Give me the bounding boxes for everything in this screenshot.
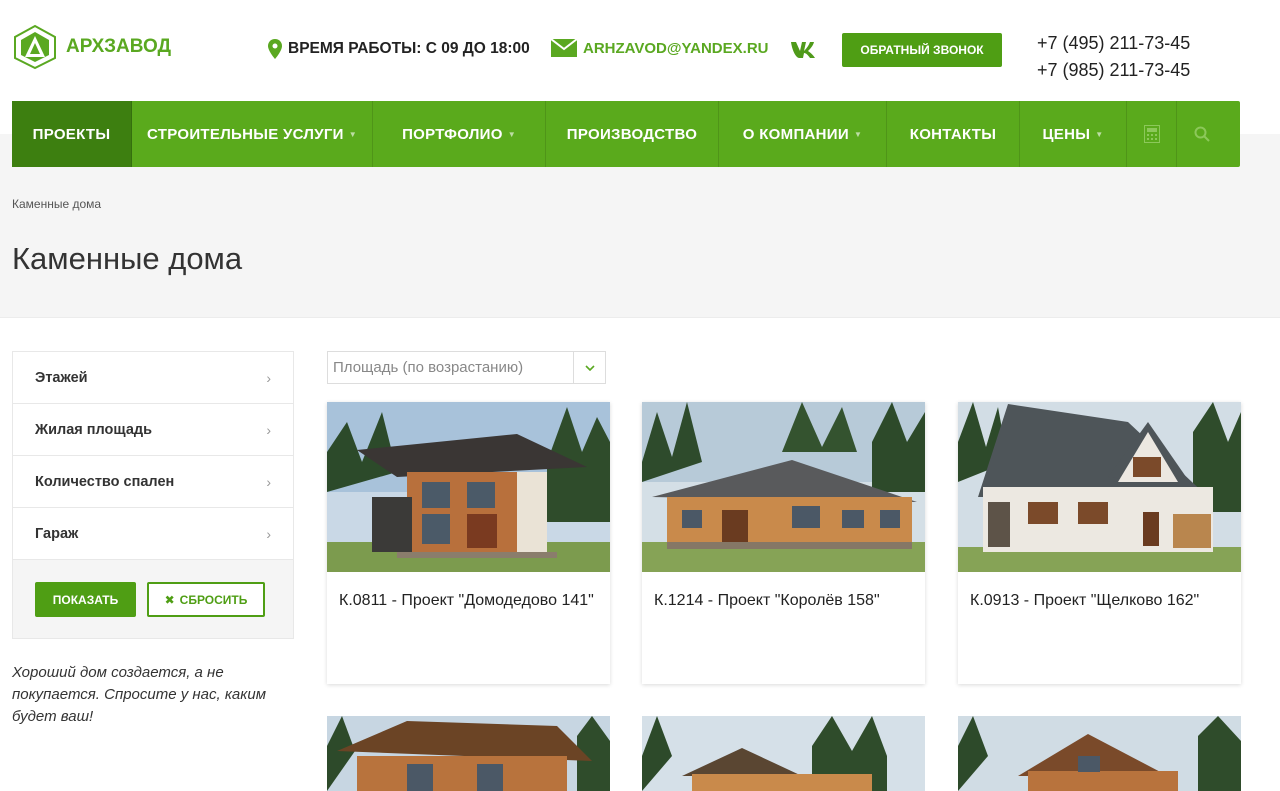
phone-secondary[interactable]: +7 (985) 211-73-45 (1037, 57, 1190, 84)
calculator-icon[interactable] (1127, 101, 1177, 167)
chevron-down-icon: ▼ (1095, 129, 1104, 139)
nav-item-contacts[interactable]: КОНТАКТЫ (887, 101, 1020, 167)
logo-text: АРХЗАВОД (66, 36, 172, 57)
chevron-down-icon (573, 352, 605, 383)
chevron-right-icon: › (266, 421, 271, 438)
logo-icon (14, 24, 56, 70)
nav-item-construction[interactable]: СТРОИТЕЛЬНЫЕ УСЛУГИ ▼ (132, 101, 373, 167)
nav-item-projects[interactable]: ПРОЕКТЫ (12, 101, 132, 167)
filter-living-area[interactable]: Жилая площадь › (13, 404, 293, 456)
search-icon[interactable] (1177, 101, 1227, 167)
phone-primary[interactable]: +7 (495) 211-73-45 (1037, 30, 1190, 57)
email-link[interactable]: ARHZAVOD@YANDEX.RU (551, 39, 768, 57)
callback-button[interactable]: ОБРАТНЫЙ ЗВОНОК (842, 33, 1002, 67)
chevron-right-icon: › (266, 525, 271, 542)
working-hours: ВРЕМЯ РАБОТЫ: С 09 ДО 18:00 (268, 39, 530, 59)
vk-icon[interactable] (790, 39, 820, 59)
filter-bedrooms[interactable]: Количество спален › (13, 456, 293, 508)
reset-button[interactable]: ✖ СБРОСИТЬ (147, 582, 265, 617)
logo[interactable]: АРХЗАВОД (12, 24, 171, 70)
mail-icon (551, 39, 577, 57)
sort-selected-value: Площадь (по возрастанию) (333, 359, 524, 376)
product-image[interactable] (642, 402, 925, 572)
nav-item-prices[interactable]: ЦЕНЫ ▼ (1020, 101, 1127, 167)
chevron-down-icon: ▼ (348, 129, 357, 139)
product-title[interactable]: К.1214 - Проект "Королёв 158" (654, 591, 916, 610)
product-image[interactable] (958, 716, 1241, 791)
filter-panel: Этажей › Жилая площадь › Количество спален… (12, 351, 294, 639)
email-text: ARHZAVOD@YANDEX.RU (583, 39, 769, 57)
nav-item-production[interactable]: ПРОИЗВОДСТВО (546, 101, 719, 167)
chevron-down-icon: ▼ (853, 129, 863, 139)
show-button[interactable]: ПОКАЗАТЬ (35, 582, 136, 617)
product-title[interactable]: К.0913 - Проект "Щелково 162" (970, 591, 1232, 610)
page-title: Каменные дома (12, 241, 243, 276)
filter-floors[interactable]: Этажей › (13, 352, 293, 404)
product-image[interactable] (642, 716, 925, 791)
product-image[interactable] (327, 402, 610, 572)
site-header: АРХЗАВОД ВРЕМЯ РАБОТЫ: С 09 ДО 18:00 ARH… (0, 0, 1280, 100)
phones: +7 (495) 211-73-45 +7 (985) 211-73-45 (1037, 30, 1190, 84)
chevron-right-icon: › (266, 473, 271, 490)
filter-garage[interactable]: Гараж › (13, 508, 293, 560)
product-card[interactable]: К.0913 - Проект "Щелково 162" (958, 402, 1241, 684)
main-nav: ПРОЕКТЫ СТРОИТЕЛЬНЫЕ УСЛУГИ ▼ ПОРТФОЛИО ▼ … (12, 101, 1240, 167)
product-card[interactable] (958, 716, 1241, 791)
product-card[interactable]: К.0811 - Проект "Домодедово 141" (327, 402, 610, 684)
product-card[interactable]: К.1214 - Проект "Королёв 158" (642, 402, 925, 684)
chevron-right-icon: › (266, 369, 271, 386)
breadcrumb[interactable]: Каменные дома (12, 197, 101, 211)
chevron-down-icon: ▼ (507, 129, 516, 139)
product-image[interactable] (958, 402, 1241, 572)
map-pin-icon (268, 39, 282, 59)
promo-quote: Хороший дом создается, а не покупается. … (12, 664, 266, 725)
sort-select[interactable]: Площадь (по возрастанию) (327, 351, 606, 384)
close-icon: ✖ (164, 592, 175, 607)
working-hours-text: ВРЕМЯ РАБОТЫ: С 09 ДО 18:00 (288, 40, 530, 57)
nav-item-about[interactable]: О КОМПАНИИ ▼ (719, 101, 887, 167)
product-card[interactable] (327, 716, 610, 791)
product-card[interactable] (642, 716, 925, 791)
product-image[interactable] (327, 716, 610, 791)
nav-item-portfolio[interactable]: ПОРТФОЛИО ▼ (373, 101, 546, 167)
product-title[interactable]: К.0811 - Проект "Домодедово 141" (339, 591, 601, 610)
